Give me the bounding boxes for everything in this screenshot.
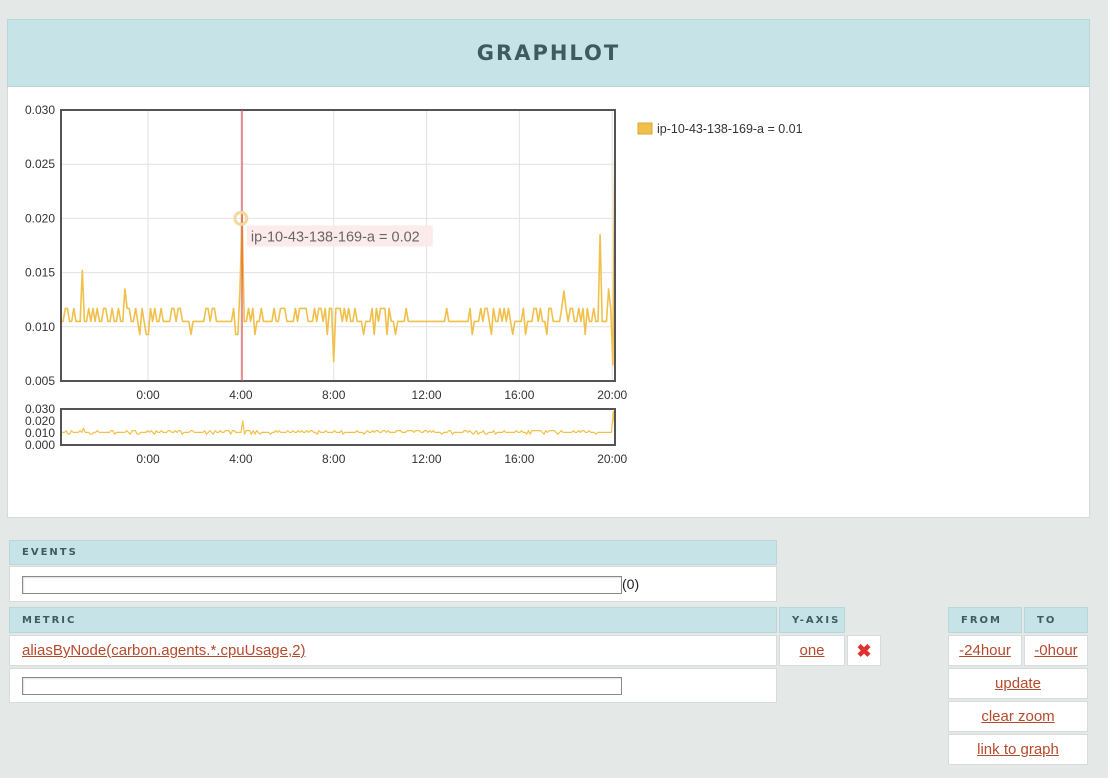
y-tick-label: 0.025 (25, 157, 55, 171)
x-tick-label: 4:00 (229, 388, 253, 402)
yaxis-header-label: Y-AXIS (792, 614, 841, 626)
series-line-ip-10-43-138-169-a (61, 410, 616, 435)
events-header-label: EVENTS (22, 547, 78, 558)
link-to-graph-button[interactable]: link to graph (977, 741, 1059, 758)
x-tick-label: 4:00 (229, 452, 253, 466)
yaxis-header: Y-AXIS (779, 607, 845, 633)
x-tick-label: 16:00 (504, 388, 534, 402)
metric-row: aliasByNode(carbon.agents.*.cpuUsage,2) (9, 635, 777, 666)
x-tick-label: 12:00 (412, 452, 442, 466)
events-input[interactable] (22, 576, 622, 594)
y-tick-label: 0.000 (25, 438, 55, 452)
y-tick-label: 0.005 (25, 374, 55, 388)
events-count: (0) (622, 576, 640, 592)
events-header: EVENTS (9, 540, 777, 565)
x-tick-label: 16:00 (504, 452, 534, 466)
new-metric-row (9, 668, 777, 703)
events-row: (0) (9, 566, 777, 602)
y-tick-label: 0.030 (25, 103, 55, 117)
link-to-graph-cell: link to graph (948, 734, 1088, 765)
x-tick-label: 8:00 (322, 388, 346, 402)
x-tick-label: 20:00 (597, 452, 627, 466)
metric-header-label: METRIC (22, 614, 77, 626)
to-header-label: TO (1037, 614, 1057, 626)
y-tick-label: 0.020 (25, 211, 55, 225)
metric-remove-cell: ✖ (847, 635, 881, 666)
from-header-label: FROM (961, 614, 1002, 626)
graph-panel: 0.005 0.010 0.015 0.020 0.025 0.030 0:00 4:00 8:… (7, 87, 1090, 518)
x-tick-label: 20:00 (597, 388, 627, 402)
clear-zoom-cell: clear zoom (948, 701, 1088, 732)
new-metric-input[interactable] (22, 677, 622, 695)
to-cell: -0hour (1024, 635, 1088, 666)
to-header: TO (1024, 607, 1088, 633)
x-tick-label: 8:00 (322, 452, 346, 466)
plot-frame (60, 408, 616, 446)
x-tick-label: 0:00 (136, 388, 160, 402)
metric-header: METRIC (9, 607, 777, 633)
legend-label: ip-10-43-138-169-a = 0.01 (657, 122, 803, 136)
x-tick-label: 0:00 (136, 452, 160, 466)
tooltip-label: ip-10-43-138-169-a = 0.02 (251, 229, 420, 245)
app-header: GRAPHLOT (7, 19, 1090, 87)
graph-svg[interactable]: 0.005 0.010 0.015 0.020 0.025 0.030 0:00 4:00 8:… (8, 87, 1089, 517)
from-header: FROM (948, 607, 1022, 633)
metric-yaxis-link[interactable]: one (799, 642, 824, 659)
from-cell: -24hour (948, 635, 1022, 666)
app-title: GRAPHLOT (476, 41, 621, 65)
close-icon[interactable]: ✖ (856, 642, 871, 660)
metric-target-link[interactable]: aliasByNode(carbon.agents.*.cpuUsage,2) (22, 642, 306, 659)
from-link[interactable]: -24hour (959, 642, 1011, 659)
x-tick-label: 12:00 (412, 388, 442, 402)
y-tick-label: 0.010 (25, 320, 55, 334)
clear-zoom-button[interactable]: clear zoom (981, 708, 1054, 725)
to-link[interactable]: -0hour (1034, 642, 1077, 659)
y-tick-label: 0.015 (25, 266, 55, 280)
legend-swatch (637, 122, 653, 135)
update-cell: update (948, 668, 1088, 699)
metric-yaxis-cell: one (779, 635, 845, 666)
update-button[interactable]: update (995, 675, 1041, 692)
